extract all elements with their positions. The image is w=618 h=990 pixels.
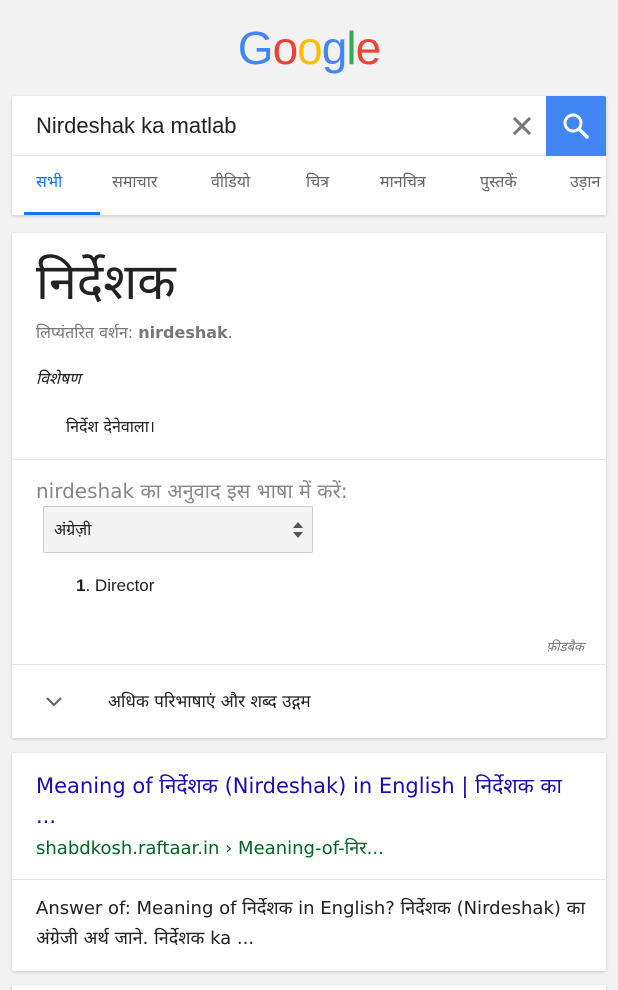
search-icon [563, 113, 589, 139]
search-tabs: सभी समाचार वीडियो चित्र मानचित्र पुस्तके… [12, 156, 606, 215]
tab-videos[interactable]: वीडियो [211, 156, 250, 215]
part-of-speech: विशेषण [36, 369, 81, 388]
select-arrows-icon [293, 522, 303, 538]
logo-letter: g [321, 22, 348, 74]
tab-all[interactable]: सभी [36, 156, 62, 215]
google-logo[interactable]: Google [0, 20, 618, 76]
language-select[interactable]: अंग्रेज़ी [43, 506, 313, 553]
transliteration-value: nirdeshak [138, 323, 228, 342]
translation-item: 1. Director [76, 576, 154, 596]
more-definitions-label: अधिक परिभाषाएं और शब्द उद्गम [108, 692, 311, 712]
search-bar [12, 96, 606, 156]
translate-label: nirdeshak का अनुवाद इस भाषा में करें: [36, 479, 348, 503]
language-select-value: अंग्रेज़ी [54, 520, 92, 539]
more-definitions-toggle[interactable]: अधिक परिभाषाएं और शब्द उद्गम [12, 665, 606, 738]
clear-button[interactable] [502, 106, 542, 146]
result-title-link[interactable]: Meaning of निर्देशक (Nirdeshak) in Engli… [36, 771, 576, 831]
search-result-card: Meaning of निर्देशक (Nirdeshak) in Engli… [12, 753, 606, 971]
next-result-card [12, 985, 606, 990]
dictionary-headword: निर्देशक [36, 253, 176, 311]
close-icon [512, 116, 532, 136]
transliteration-label: लिप्यंतरित वर्शन: [36, 323, 139, 342]
divider [12, 459, 606, 460]
transliteration: लिप्यंतरित वर्शन: nirdeshak. [36, 321, 233, 343]
tab-books[interactable]: पुस्तकें [480, 156, 517, 215]
logo-letter: o [272, 22, 299, 74]
transliteration-period: . [227, 323, 233, 342]
active-tab-indicator [24, 212, 100, 215]
translation-text: . Director [85, 576, 155, 595]
divider [12, 879, 606, 880]
tab-flights[interactable]: उड़ान [570, 156, 600, 215]
result-url[interactable]: shabdkosh.raftaar.in › Meaning-of-निर... [36, 836, 384, 860]
logo-letter: G [237, 22, 274, 74]
dictionary-card: निर्देशक लिप्यंतरित वर्शन: nirdeshak. वि… [12, 233, 606, 738]
result-snippet: Answer of: Meaning of निर्देशक in Englis… [36, 898, 586, 949]
logo-letter: l [346, 22, 356, 74]
search-card: सभी समाचार वीडियो चित्र मानचित्र पुस्तके… [12, 96, 606, 215]
tab-news[interactable]: समाचार [112, 156, 157, 215]
search-input[interactable] [36, 110, 506, 142]
feedback-link[interactable]: फ़ीडबैक [546, 637, 584, 655]
logo-letter: e [355, 22, 382, 74]
search-button[interactable] [546, 96, 606, 156]
logo-letter: o [297, 22, 323, 74]
definition: निर्देश देनेवाला। [66, 417, 155, 436]
chevron-down-icon [46, 697, 62, 707]
tab-images[interactable]: चित्र [306, 156, 329, 215]
tab-maps[interactable]: मानचित्र [380, 156, 426, 215]
